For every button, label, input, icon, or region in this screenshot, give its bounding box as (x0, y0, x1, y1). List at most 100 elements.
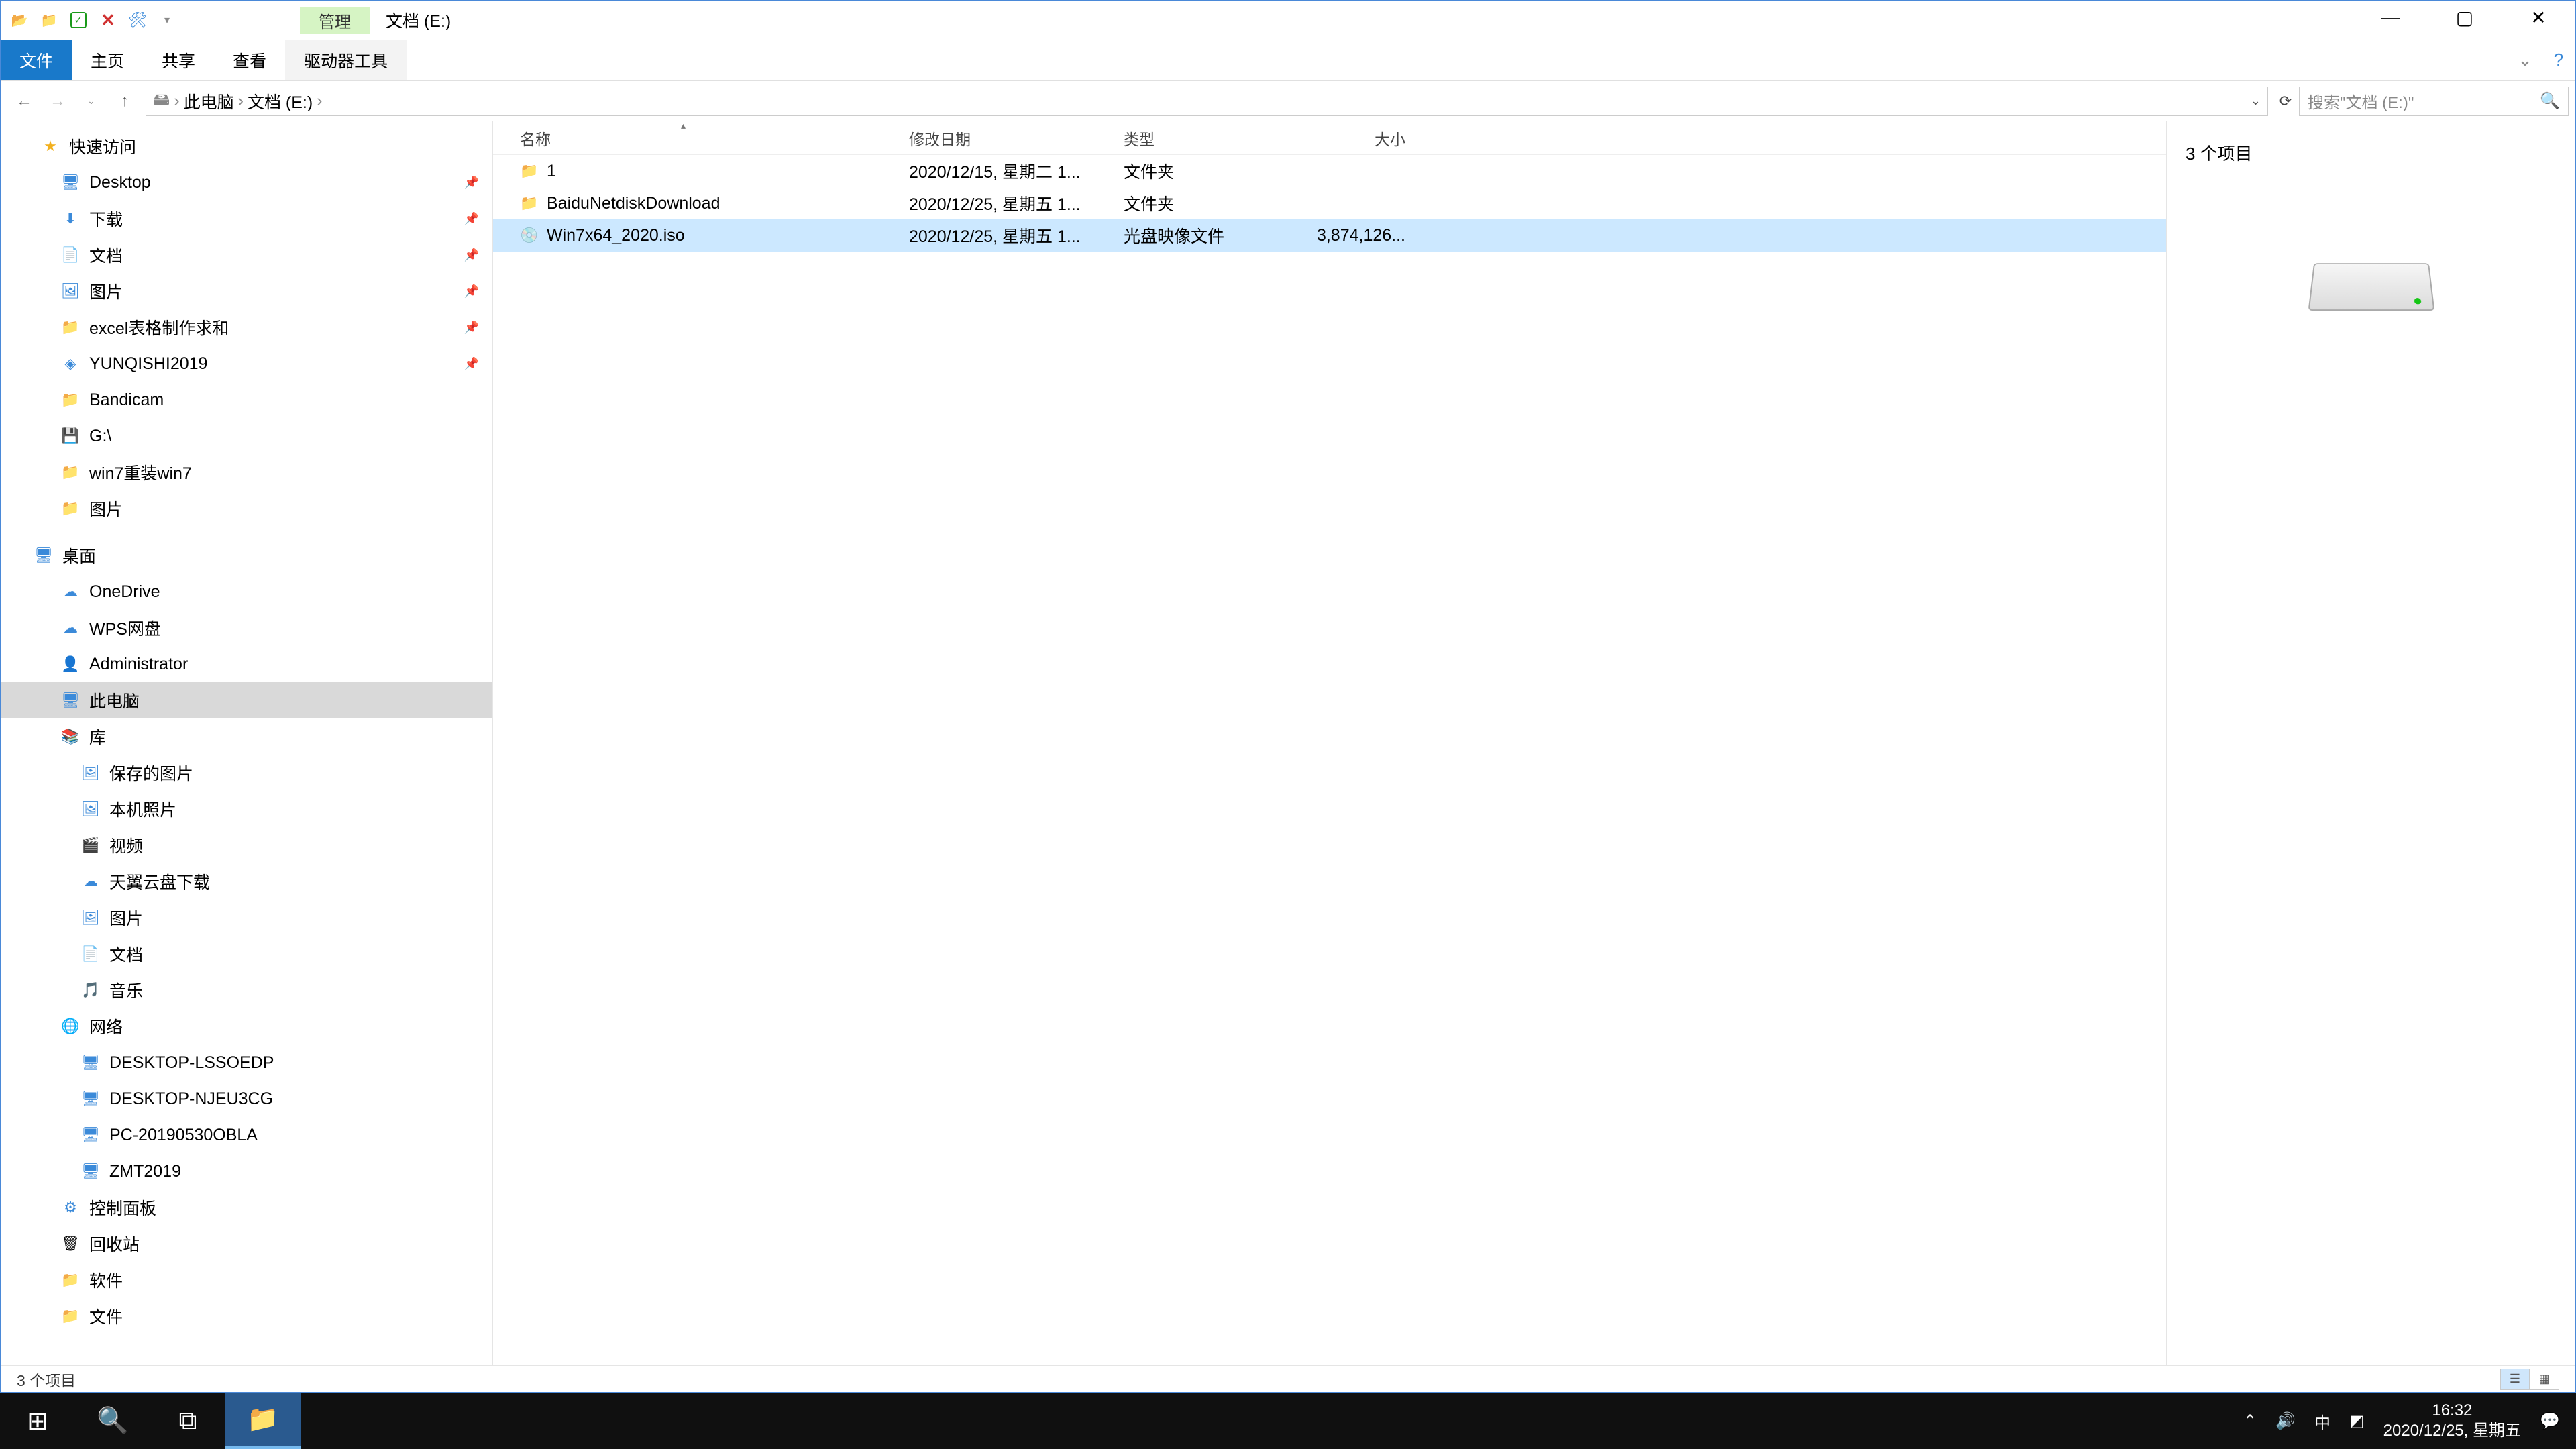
tray-overflow-icon[interactable]: ⌃ (2243, 1411, 2257, 1431)
clock-time: 16:32 (2383, 1401, 2521, 1421)
nav-network-pc4[interactable]: 🖥ZMT2019 (1, 1153, 492, 1189)
nav-tianyi[interactable]: ☁天翼云盘下载 (1, 863, 492, 900)
nav-saved-pictures[interactable]: 🖼保存的图片 (1, 755, 492, 791)
nav-excel-folder[interactable]: 📁excel表格制作求和📌 (1, 309, 492, 345)
folder-icon[interactable]: 📁 (37, 8, 61, 32)
file-size: 3,874,126... (1305, 226, 1405, 246)
help-icon[interactable]: ? (2542, 40, 2575, 80)
refresh-button[interactable]: ⟳ (2272, 93, 2299, 110)
crumb-drive-e[interactable]: 文档 (E:) (248, 89, 313, 113)
nav-network-pc2[interactable]: 🖥DESKTOP-NJEU3CG (1, 1081, 492, 1117)
crumb-this-pc[interactable]: 此电脑 (184, 89, 234, 113)
nav-network-pc1[interactable]: 🖥DESKTOP-LSSOEDP (1, 1044, 492, 1081)
start-button[interactable]: ⊞ (0, 1393, 75, 1449)
nav-g-drive[interactable]: 💾G:\ (1, 418, 492, 454)
taskbar: ⊞ 🔍 ⧉ 📁 ⌃ 🔊 中 ◩ 16:32 2020/12/25, 星期五 💬 (0, 1393, 2576, 1449)
maximize-button[interactable]: ▢ (2428, 1, 2502, 34)
pin-icon: 📌 (464, 321, 479, 335)
close-button[interactable]: ✕ (2502, 1, 2575, 34)
qa-properties-icon[interactable]: 🛠 (125, 8, 150, 32)
ribbon-view[interactable]: 查看 (214, 40, 285, 80)
tray-app-icon[interactable]: ◩ (2349, 1411, 2365, 1431)
qa-close-icon[interactable]: ✕ (96, 8, 120, 32)
pin-icon: 📌 (464, 357, 479, 371)
nav-pictures-lib[interactable]: 🖼图片 (1, 900, 492, 936)
ribbon-file[interactable]: 文件 (1, 40, 72, 80)
picture-icon: 🖼 (81, 800, 100, 818)
file-type: 文件夹 (1124, 159, 1305, 183)
nav-wps[interactable]: ☁WPS网盘 (1, 610, 492, 646)
nav-network[interactable]: 🌐网络 (1, 1008, 492, 1044)
search-button[interactable]: 🔍 (75, 1393, 150, 1449)
cloud-icon: ☁ (61, 582, 80, 601)
nav-local-photos[interactable]: 🖼本机照片 (1, 791, 492, 827)
nav-onedrive[interactable]: ☁OneDrive (1, 574, 492, 610)
forward-button[interactable]: → (41, 88, 74, 115)
back-button[interactable]: ← (7, 88, 41, 115)
file-row[interactable]: 💿Win7x64_2020.iso2020/12/25, 星期五 1...光盘映… (493, 219, 2166, 252)
file-row[interactable]: 📁12020/12/15, 星期二 1...文件夹 (493, 155, 2166, 187)
ribbon-share[interactable]: 共享 (143, 40, 214, 80)
navigation-pane[interactable]: ★快速访问 🖥Desktop📌 ⬇下载📌 📄文档📌 🖼图片📌 📁excel表格制… (1, 121, 493, 1365)
chevron-down-icon[interactable]: ⌄ (2251, 94, 2261, 108)
nav-videos[interactable]: 🎬视频 (1, 827, 492, 863)
pc-icon: 🖥 (81, 1089, 100, 1108)
search-icon: 🔍 (2540, 91, 2560, 111)
up-button[interactable]: ↑ (108, 88, 142, 115)
col-name[interactable]: 名称 (520, 127, 909, 150)
nav-software[interactable]: 📁软件 (1, 1262, 492, 1298)
folder-icon: 📁 (61, 1307, 80, 1326)
nav-libraries[interactable]: 📚库 (1, 718, 492, 755)
nav-bandicam[interactable]: 📁Bandicam (1, 382, 492, 418)
ribbon-collapse-icon[interactable]: ⌄ (2508, 40, 2542, 80)
clock[interactable]: 16:32 2020/12/25, 星期五 (2383, 1401, 2521, 1441)
file-list: ▴ 名称 修改日期 类型 大小 📁12020/12/15, 星期二 1...文件… (493, 121, 2166, 1365)
nav-documents[interactable]: 📄文档📌 (1, 237, 492, 273)
nav-desktop-root[interactable]: 🖥桌面 (1, 537, 492, 574)
nav-this-pc[interactable]: 🖥此电脑 (1, 682, 492, 718)
chevron-right-icon: › (317, 91, 322, 111)
col-size[interactable]: 大小 (1305, 127, 1405, 150)
file-date: 2020/12/25, 星期五 1... (909, 223, 1124, 248)
app-icon[interactable]: 📂 (7, 8, 32, 32)
qa-dropdown-icon[interactable]: ▾ (155, 8, 179, 32)
nav-network-pc3[interactable]: 🖥PC-20190530OBLA (1, 1117, 492, 1153)
picture-icon: 🖼 (61, 282, 80, 301)
col-type[interactable]: 类型 (1124, 127, 1305, 150)
ime-indicator[interactable]: 中 (2314, 1409, 2330, 1433)
col-date[interactable]: 修改日期 (909, 127, 1124, 150)
ribbon-home[interactable]: 主页 (72, 40, 143, 80)
nav-docs-lib[interactable]: 📄文档 (1, 936, 492, 972)
search-input[interactable]: 搜索"文档 (E:)" 🔍 (2299, 87, 2569, 116)
details-view-button[interactable]: ☰ (2500, 1368, 2530, 1390)
minimize-button[interactable]: — (2354, 1, 2428, 34)
ribbon-drive-tools[interactable]: 驱动器工具 (285, 40, 407, 80)
nav-music[interactable]: 🎵音乐 (1, 972, 492, 1008)
nav-admin[interactable]: 👤Administrator (1, 646, 492, 682)
thumbnails-view-button[interactable]: ▦ (2530, 1368, 2559, 1390)
action-center-icon[interactable]: 💬 (2540, 1411, 2560, 1431)
volume-icon[interactable]: 🔊 (2275, 1411, 2296, 1431)
explorer-window: 📂 📁 ✓ ✕ 🛠 ▾ 管理 文档 (E:) — ▢ ✕ 文件 主页 共享 查看… (0, 0, 2576, 1393)
clock-date: 2020/12/25, 星期五 (2383, 1421, 2521, 1441)
qa-check-icon[interactable]: ✓ (66, 8, 91, 32)
nav-recycle-bin[interactable]: 🗑回收站 (1, 1226, 492, 1262)
file-row[interactable]: 📁BaiduNetdiskDownload2020/12/25, 星期五 1..… (493, 187, 2166, 219)
explorer-taskbar-button[interactable]: 📁 (225, 1393, 301, 1449)
nav-files[interactable]: 📁文件 (1, 1298, 492, 1334)
nav-pictures[interactable]: 🖼图片📌 (1, 273, 492, 309)
nav-desktop[interactable]: 🖥Desktop📌 (1, 164, 492, 201)
nav-downloads[interactable]: ⬇下载📌 (1, 201, 492, 237)
breadcrumb[interactable]: 🖴 › 此电脑 › 文档 (E:) › ⌄ (146, 87, 2268, 116)
nav-win7-folder[interactable]: 📁win7重装win7 (1, 454, 492, 490)
drive-icon: 💾 (61, 427, 80, 445)
contextual-tab-manage[interactable]: 管理 (300, 7, 370, 34)
nav-yunqishi[interactable]: ◈YUNQISHI2019📌 (1, 345, 492, 382)
nav-pictures-2[interactable]: 📁图片 (1, 490, 492, 527)
recent-dropdown-icon[interactable]: ⌄ (74, 88, 108, 115)
pin-icon: 📌 (464, 248, 479, 262)
column-header[interactable]: ▴ 名称 修改日期 类型 大小 (493, 121, 2166, 155)
nav-control-panel[interactable]: ⚙控制面板 (1, 1189, 492, 1226)
task-view-button[interactable]: ⧉ (150, 1393, 225, 1449)
nav-quick-access[interactable]: ★快速访问 (1, 128, 492, 164)
